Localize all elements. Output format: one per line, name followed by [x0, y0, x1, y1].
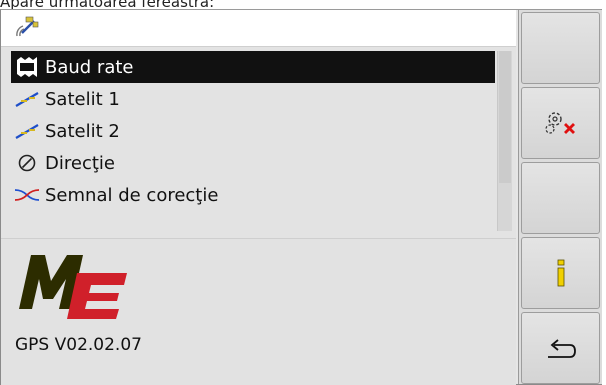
menu-item-satelit-1[interactable]: Satelit 1	[11, 83, 495, 115]
softkey-3[interactable]	[521, 162, 600, 234]
menu-scrollbar[interactable]	[497, 51, 512, 231]
info-icon	[557, 259, 564, 287]
firmware-version: GPS V02.02.07	[15, 335, 142, 355]
menu-item-label: Satelit 1	[45, 88, 120, 110]
info-panel: GPS V02.02.07	[1, 238, 516, 385]
satellite-signal-icon	[15, 92, 39, 107]
settings-cancel-icon	[544, 112, 575, 134]
me-logo	[19, 255, 127, 319]
menu-panel: Baud rate Satelit 1 Satelit 2 Direcţie S…	[1, 47, 516, 238]
menu-list: Baud rate Satelit 1 Satelit 2 Direcţie S…	[11, 51, 495, 211]
page-caption: Apare următoarea fereastră:	[0, 0, 215, 9]
menu-item-semnal-de-corectie[interactable]: Semnal de corecţie	[11, 179, 495, 211]
terminal-screen: Baud rate Satelit 1 Satelit 2 Direcţie S…	[0, 9, 602, 385]
menu-item-satelit-2[interactable]: Satelit 2	[11, 115, 495, 147]
settings-cancel-button[interactable]	[521, 87, 600, 159]
header-bar	[1, 10, 516, 47]
return-button[interactable]	[521, 312, 600, 384]
gps-satellite-icon	[16, 16, 39, 37]
satellite-signal-icon	[15, 124, 39, 139]
softkey-1[interactable]	[521, 12, 600, 84]
menu-item-label: Direcţie	[45, 152, 115, 174]
softkey-bar	[518, 10, 602, 384]
info-button[interactable]	[521, 237, 600, 309]
menu-item-baud-rate[interactable]: Baud rate	[11, 51, 495, 83]
menu-item-label: Satelit 2	[45, 120, 120, 142]
menu-item-label: Semnal de corecţie	[45, 184, 219, 206]
correction-signal-icon	[14, 189, 40, 201]
baud-rate-icon	[17, 57, 37, 77]
menu-item-label: Baud rate	[45, 56, 134, 78]
scrollbar-thumb[interactable]	[499, 51, 511, 183]
return-icon	[547, 339, 576, 358]
direction-icon	[18, 154, 36, 172]
menu-item-directie[interactable]: Direcţie	[11, 147, 495, 179]
